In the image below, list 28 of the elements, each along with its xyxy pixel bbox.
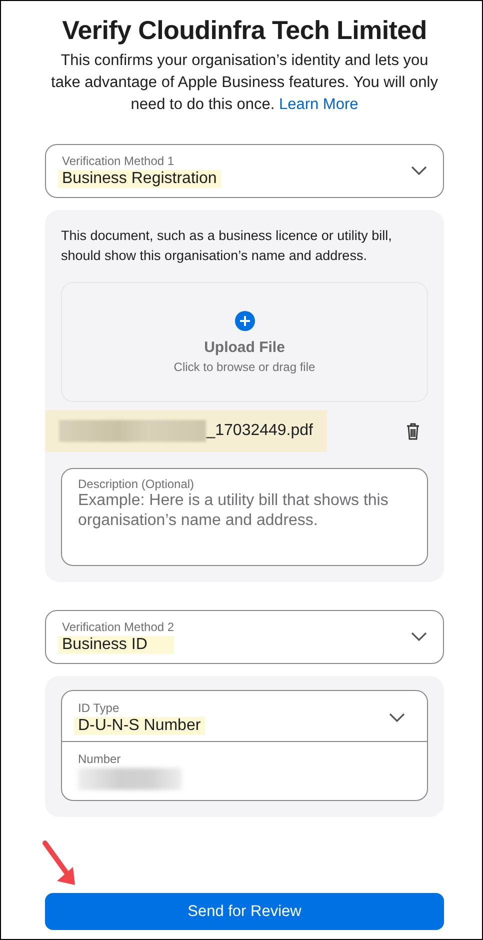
upload-title: Upload File — [204, 338, 285, 356]
chevron-down-icon — [411, 632, 427, 642]
chevron-down-icon — [389, 713, 405, 723]
field-value: Business Registration — [58, 170, 221, 188]
field-label: Verification Method 1 — [62, 154, 176, 168]
field-value: Business ID — [58, 636, 174, 654]
send-for-review-button[interactable]: Send for Review — [45, 893, 444, 930]
field-label: Number — [78, 752, 122, 766]
field-label: Verification Method 2 — [62, 620, 174, 634]
dropdown[interactable]: Verification Method 1 Business Registration — [45, 144, 444, 198]
field-label: ID Type — [78, 701, 120, 715]
description-field[interactable]: Description (Optional) Example: Here is a utility bill that shows this organisation’s name and address. — [61, 468, 428, 566]
intro-text: This confirms your organisation’s identity and lets you take advantage of Apple Business features. You will only need to do this once. Learn More — [50, 51, 439, 115]
id-type-dropdown[interactable]: ID Type D-U-N-S Number — [62, 691, 427, 742]
add-icon — [234, 310, 254, 330]
dropdown[interactable]: Verification Method 2 Business ID — [45, 610, 444, 664]
page-title: Verify Cloudinfra Tech Limited — [61, 15, 428, 46]
document-note: This document, such as a business licence or utility bill, should show this organisation’s name and address. — [61, 227, 393, 265]
description-input[interactable]: Example: Here is a utility bill that shows this organisation’s name and address. — [78, 491, 411, 557]
chevron-down-icon — [411, 166, 427, 176]
field-value: D-U-N-S Number — [74, 717, 205, 735]
field-label: Description (Optional) — [78, 477, 196, 491]
number-field[interactable]: Number — [62, 742, 427, 800]
trash-icon[interactable] — [406, 422, 420, 440]
upload-dropzone[interactable]: Upload File Click to browse or drag file — [61, 282, 428, 402]
upload-hint: Click to browse or drag file — [174, 360, 316, 374]
learn-more-link[interactable]: Learn More — [278, 96, 358, 113]
file-name: _17032449.pdf — [206, 422, 313, 440]
